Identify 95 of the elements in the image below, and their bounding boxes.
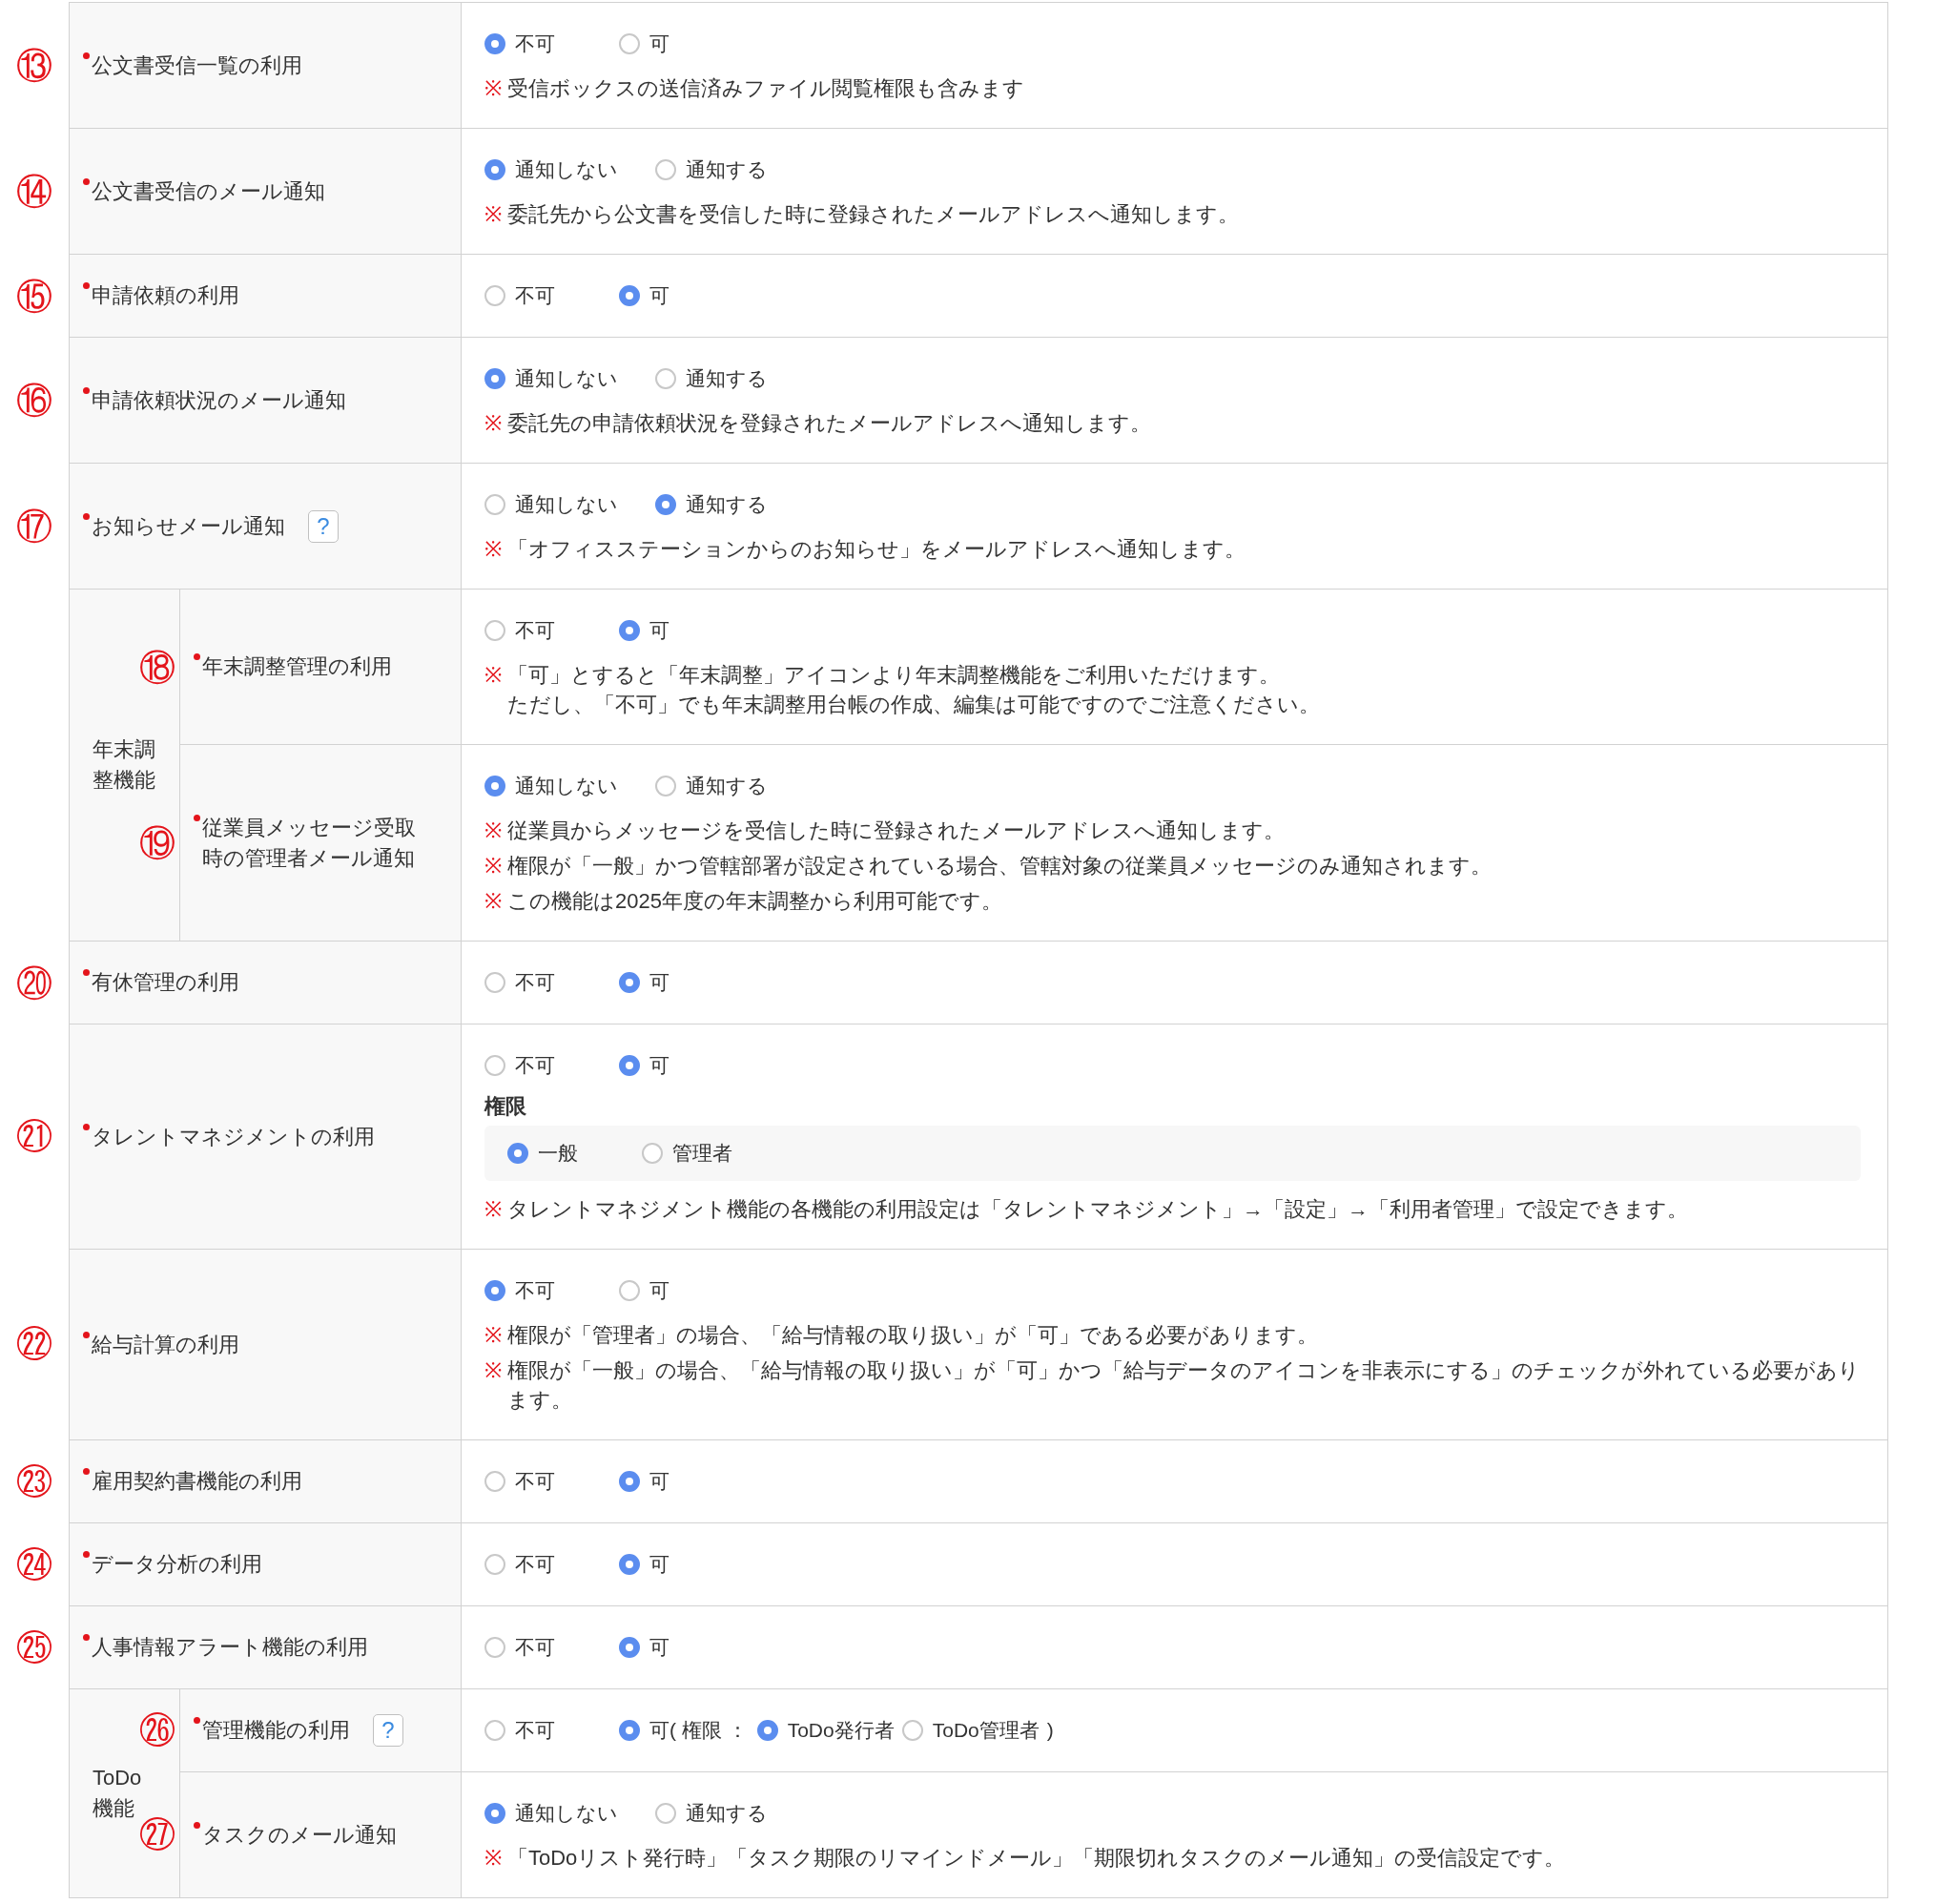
note-text: 権限が「一般」の場合、「給与情報の取り扱い」が「可」かつ「給与データのアイコンを非表示にする」のチェックが外れている必要があります。: [507, 1357, 1861, 1414]
radio-option[interactable]: 可( 権限 ：: [619, 1714, 748, 1747]
row-number: ⑳: [16, 962, 52, 1004]
note-text: ただし、「不可」でも年末調整用台帳の作成、編集は可能ですのでご注意ください。: [507, 692, 1320, 718]
row-number: ㉕: [16, 1626, 52, 1669]
note-mark: ※: [484, 75, 502, 102]
row-number: ㉔: [16, 1543, 52, 1586]
radio-option[interactable]: 不可: [484, 614, 555, 647]
radio-option[interactable]: 可: [619, 966, 669, 999]
note-mark: ※: [484, 1322, 502, 1349]
note-mark: ※: [484, 1196, 502, 1223]
setting-label: タレントマネジメントの利用: [92, 1123, 375, 1150]
note-text: 委託先から公文書を受信した時に登録されたメールアドレスへ通知します。: [507, 201, 1239, 228]
radio-option[interactable]: 通知しない: [484, 154, 618, 186]
radio-option[interactable]: 可: [619, 28, 669, 60]
note-mark: ※: [484, 536, 502, 563]
note-text: 「可」とすると「年末調整」アイコンより年末調整機能をご利用いただけます。: [507, 662, 1281, 689]
radio-option[interactable]: 可: [619, 614, 669, 647]
radio-option[interactable]: 通知する: [655, 488, 768, 521]
radio-option[interactable]: ToDo管理者: [901, 1714, 1040, 1747]
row-number: ⑱: [139, 646, 175, 689]
radio-option[interactable]: 通知する: [655, 362, 768, 395]
help-button[interactable]: ?: [373, 1714, 403, 1747]
radio-option[interactable]: 可: [619, 1049, 669, 1082]
row-number: ⑰: [16, 506, 52, 548]
group-label: ToDo機能: [93, 1765, 142, 1820]
radio-option[interactable]: 可: [619, 1465, 669, 1498]
row-number: ㉒: [16, 1324, 52, 1366]
note-text: 従業員からメッセージを受信した時に登録されたメールアドレスへ通知します。: [507, 817, 1285, 844]
radio-option[interactable]: 可: [619, 279, 669, 312]
note-text: この機能は2025年度の年末調整から利用可能です。: [507, 888, 1002, 915]
setting-label: 人事情報アラート機能の利用: [92, 1634, 368, 1661]
row-number: ⑲: [139, 822, 175, 864]
radio-option[interactable]: 管理者: [642, 1137, 732, 1169]
setting-label: 管理機能の利用: [202, 1717, 350, 1744]
radio-option[interactable]: 通知しない: [484, 362, 618, 395]
radio-option[interactable]: 不可: [484, 1714, 555, 1747]
radio-option[interactable]: 可: [619, 1631, 669, 1664]
note-mark: ※: [484, 888, 502, 915]
setting-label: 年末調整管理の利用: [202, 653, 392, 680]
setting-label: 公文書受信のメール通知: [92, 177, 325, 205]
radio-option[interactable]: 可: [619, 1548, 669, 1581]
radio-option[interactable]: 一般: [507, 1137, 578, 1169]
setting-label: 従業員メッセージ受取時の管理者メール通知: [202, 814, 417, 872]
bracket-text: ): [1046, 1718, 1054, 1743]
note-mark: ※: [484, 201, 502, 228]
radio-option[interactable]: 不可: [484, 28, 555, 60]
note-text: 委託先の申請依頼状況を登録されたメールアドレスへ通知します。: [507, 410, 1151, 437]
row-number: ㉗: [139, 1814, 175, 1856]
setting-label: お知らせメール通知: [92, 512, 285, 540]
radio-option[interactable]: 不可: [484, 1465, 555, 1498]
radio-option[interactable]: 不可: [484, 1274, 555, 1307]
radio-option[interactable]: 通知しない: [484, 1797, 618, 1830]
row-number: ㉓: [16, 1460, 52, 1503]
radio-option[interactable]: 通知する: [655, 1797, 768, 1830]
radio-option[interactable]: 不可: [484, 279, 555, 312]
row-number: ⑯: [16, 380, 52, 422]
radio-option[interactable]: 通知しない: [484, 770, 618, 802]
note-mark: ※: [484, 410, 502, 437]
radio-option[interactable]: 不可: [484, 1049, 555, 1082]
note-text: 受信ボックスの送信済みファイル閲覧権限も含みます: [507, 75, 1024, 102]
radio-option[interactable]: 通知する: [655, 770, 768, 802]
note-mark: ※: [484, 1357, 502, 1384]
section-heading: 権限: [484, 1093, 527, 1120]
row-number: ⑮: [16, 275, 52, 318]
setting-label: データ分析の利用: [92, 1551, 262, 1578]
note-mark: ※: [484, 817, 502, 844]
row-number: ㉑: [16, 1116, 52, 1158]
radio-option[interactable]: ToDo発行者: [756, 1714, 895, 1747]
radio-option[interactable]: 不可: [484, 1631, 555, 1664]
radio-option[interactable]: 可: [619, 1274, 669, 1307]
note-text: 権限が「一般」かつ管轄部署が設定されている場合、管轄対象の従業員メッセージのみ通知されます。: [507, 853, 1492, 880]
note-text: 「ToDoリスト発行時」「タスク期限のリマインドメール」「期限切れタスクのメール通知」の受信設定です。: [507, 1845, 1566, 1872]
note-mark: ※: [484, 1845, 502, 1872]
group-label: 年末調整機能: [93, 736, 156, 794]
radio-option[interactable]: 不可: [484, 1548, 555, 1581]
setting-label: 給与計算の利用: [92, 1331, 239, 1358]
note-text: 権限が「管理者」の場合、「給与情報の取り扱い」が「可」である必要があります。: [507, 1322, 1318, 1349]
row-number: ⑭: [16, 171, 52, 213]
setting-label: 申請依頼状況のメール通知: [92, 386, 346, 414]
setting-label: 公文書受信一覧の利用: [92, 52, 302, 79]
radio-option[interactable]: 通知しない: [484, 488, 618, 521]
setting-label: 雇用契約書機能の利用: [92, 1468, 302, 1495]
note-text: 「オフィスステーションからのお知らせ」をメールアドレスへ通知します。: [507, 536, 1246, 563]
radio-option[interactable]: 不可: [484, 966, 555, 999]
note-mark: ※: [484, 662, 502, 689]
row-number: ㉖: [139, 1709, 175, 1752]
note-mark: ※: [484, 853, 502, 880]
row-number: ⑬: [16, 44, 52, 87]
setting-label: 有休管理の利用: [92, 969, 239, 996]
setting-label: 申請依頼の利用: [92, 282, 239, 309]
setting-label: タスクのメール通知: [202, 1821, 397, 1849]
note-text: タレントマネジメント機能の各機能の利用設定は「タレントマネジメント」→「設定」→「利用者管理」で設定できます。: [507, 1196, 1688, 1223]
radio-option[interactable]: 通知する: [655, 154, 768, 186]
help-button[interactable]: ?: [308, 509, 339, 543]
